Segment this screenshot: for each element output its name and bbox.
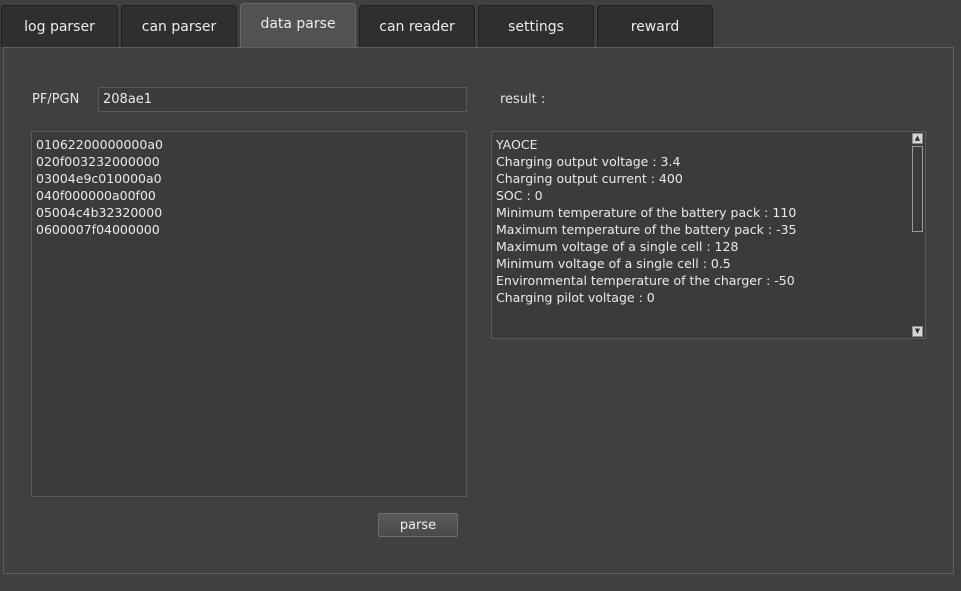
result-line: Environmental temperature of the charger… xyxy=(496,273,795,288)
scrollbar-thumb[interactable] xyxy=(912,146,923,232)
result-line: Charging pilot voltage : 0 xyxy=(496,290,655,305)
result-line: SOC : 0 xyxy=(496,188,543,203)
data-line: 05004c4b32320000 xyxy=(36,205,163,220)
data-line: 020f003232000000 xyxy=(36,154,160,169)
data-line: 0600007f04000000 xyxy=(36,222,160,237)
result-line: Minimum voltage of a single cell : 0.5 xyxy=(496,256,731,271)
tab-settings[interactable]: settings xyxy=(478,5,594,47)
tab-reward[interactable]: reward xyxy=(597,5,713,47)
tab-bar: log parser can parser data parse can rea… xyxy=(0,0,961,48)
result-line: Charging output current : 400 xyxy=(496,171,683,186)
tab-can-parser[interactable]: can parser xyxy=(121,5,237,47)
result-textarea[interactable]: YAOCE Charging output voltage : 3.4 Char… xyxy=(491,131,926,339)
down-arrow-icon[interactable]: ▼ xyxy=(912,326,923,337)
data-line: 03004e9c010000a0 xyxy=(36,171,162,186)
pgn-label: PF/PGN xyxy=(32,92,80,107)
tab-log-parser[interactable]: log parser xyxy=(1,5,118,47)
data-line: 01062200000000a0 xyxy=(36,137,163,152)
result-line: Minimum temperature of the battery pack … xyxy=(496,205,797,220)
result-label: result : xyxy=(500,92,546,107)
data-input-textarea[interactable]: 01062200000000a0 020f003232000000 03004e… xyxy=(31,131,467,497)
app-window: log parser can parser data parse can rea… xyxy=(0,0,961,591)
result-line: YAOCE xyxy=(496,137,538,152)
up-arrow-icon[interactable]: ▲ xyxy=(912,133,923,144)
tab-can-reader[interactable]: can reader xyxy=(359,5,475,47)
parse-button[interactable]: parse xyxy=(378,513,458,537)
result-scrollbar[interactable]: ▲ ▼ xyxy=(911,132,925,338)
result-line: Maximum voltage of a single cell : 128 xyxy=(496,239,739,254)
tab-data-parse[interactable]: data parse xyxy=(240,3,356,48)
result-line: Charging output voltage : 3.4 xyxy=(496,154,681,169)
data-line: 040f000000a00f00 xyxy=(36,188,156,203)
pgn-input[interactable] xyxy=(98,87,467,112)
result-line: Maximum temperature of the battery pack … xyxy=(496,222,797,237)
